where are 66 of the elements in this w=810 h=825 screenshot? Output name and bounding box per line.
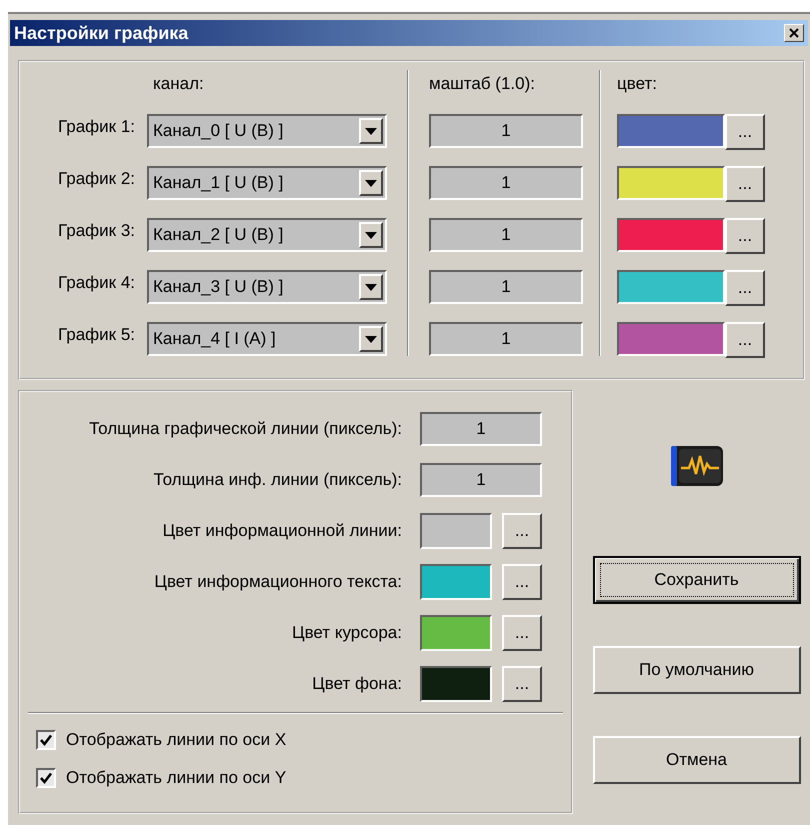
- color-swatch[interactable]: [617, 322, 725, 356]
- setting-label: Цвет фона:: [311, 674, 403, 694]
- dropdown-button[interactable]: [359, 118, 383, 144]
- channel-dropdown[interactable]: Канал_4 [ I (A) ]: [147, 322, 387, 356]
- setting-label: Толщина инф. линии (пиксель):: [152, 470, 403, 490]
- caret-icon: [365, 128, 377, 134]
- browse-button[interactable]: ...: [502, 615, 542, 651]
- graph-label: График 4:: [57, 273, 136, 293]
- color-swatch[interactable]: [420, 513, 492, 549]
- dropdown-button[interactable]: [359, 326, 383, 352]
- number-field[interactable]: 1: [420, 463, 542, 497]
- column-header: цвет:: [617, 74, 658, 95]
- channel-dropdown[interactable]: Канал_1 [ U (B) ]: [147, 166, 387, 200]
- graph-label: График 5:: [57, 325, 136, 345]
- browse-button[interactable]: ...: [502, 666, 542, 702]
- graph-label: График 2:: [57, 169, 136, 189]
- checkmark-icon: [39, 771, 53, 785]
- scale-field[interactable]: 1: [429, 218, 583, 252]
- color-swatch[interactable]: [420, 666, 492, 702]
- color-swatch[interactable]: [617, 114, 725, 148]
- graph-label: График 3:: [57, 221, 136, 241]
- dialog-button[interactable]: Сохранить: [592, 556, 800, 604]
- browse-button[interactable]: ...: [725, 322, 765, 358]
- scale-field[interactable]: 1: [429, 114, 583, 148]
- dialog-button[interactable]: По умолчанию: [592, 646, 800, 694]
- setting-label: Цвет курсора:: [291, 623, 403, 643]
- column-header: маштаб (1.0):: [429, 74, 536, 95]
- dialog-button[interactable]: Отмена: [592, 736, 800, 784]
- number-field[interactable]: 1: [420, 412, 542, 446]
- color-swatch[interactable]: [420, 615, 492, 651]
- window-title: Настройки графика: [14, 22, 188, 44]
- close-button[interactable]: [784, 24, 804, 42]
- checkbox-label: Отображать линии по оси X: [66, 730, 286, 750]
- scale-field[interactable]: 1: [429, 322, 583, 356]
- setting-label: Толщина графической линии (пиксель):: [88, 419, 403, 439]
- browse-button[interactable]: ...: [725, 218, 765, 254]
- caret-icon: [365, 232, 377, 238]
- dropdown-button[interactable]: [359, 222, 383, 248]
- checkbox[interactable]: [36, 730, 56, 750]
- caret-icon: [365, 180, 377, 186]
- checkbox[interactable]: [36, 768, 56, 788]
- checkmark-icon: [39, 733, 53, 747]
- close-icon: [789, 28, 799, 38]
- setting-label: Цвет информационной линии:: [162, 521, 403, 541]
- color-swatch[interactable]: [617, 270, 725, 304]
- dropdown-button[interactable]: [359, 274, 383, 300]
- channel-dropdown[interactable]: Канал_3 [ U (B) ]: [147, 270, 387, 304]
- checkbox-label: Отображать линии по оси Y: [66, 768, 286, 788]
- browse-button[interactable]: ...: [502, 564, 542, 600]
- color-swatch[interactable]: [420, 564, 492, 600]
- scale-field[interactable]: 1: [429, 166, 583, 200]
- browse-button[interactable]: ...: [725, 166, 765, 202]
- column-header: канал:: [152, 74, 205, 95]
- setting-label: Цвет информационного текста:: [153, 572, 403, 592]
- channel-dropdown[interactable]: Канал_2 [ U (B) ]: [147, 218, 387, 252]
- caret-icon: [365, 336, 377, 342]
- caret-icon: [365, 284, 377, 290]
- browse-button[interactable]: ...: [502, 513, 542, 549]
- graph-label: График 1:: [57, 117, 136, 137]
- browse-button[interactable]: ...: [725, 114, 765, 150]
- color-swatch[interactable]: [617, 218, 725, 252]
- scale-field[interactable]: 1: [429, 270, 583, 304]
- browse-button[interactable]: ...: [725, 270, 765, 306]
- dropdown-button[interactable]: [359, 170, 383, 196]
- channel-dropdown[interactable]: Канал_0 [ U (B) ]: [147, 114, 387, 148]
- color-swatch[interactable]: [617, 166, 725, 200]
